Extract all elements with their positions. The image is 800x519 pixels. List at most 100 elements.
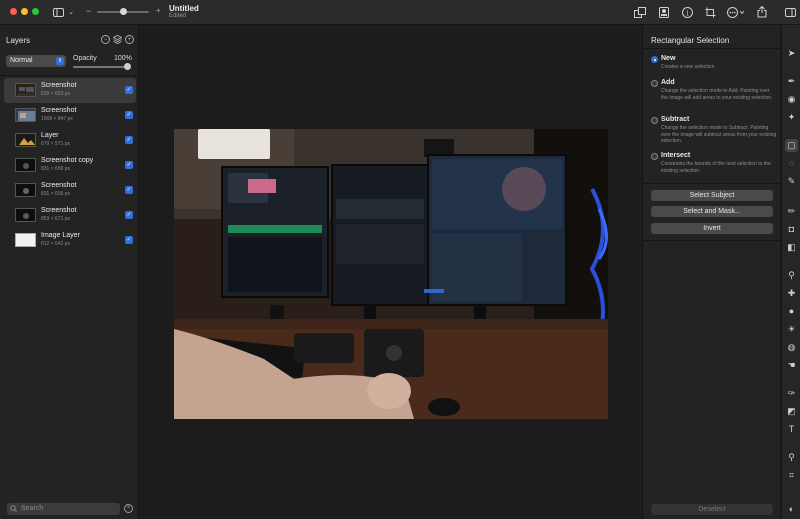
info-icon[interactable]: i (680, 5, 694, 19)
smudge-icon[interactable]: ◍ (785, 341, 798, 354)
invert-button[interactable]: Invert (651, 223, 773, 234)
radio-add[interactable] (651, 80, 658, 87)
blur-icon[interactable]: ● (785, 305, 798, 318)
radio-new[interactable] (651, 56, 658, 63)
canvas-area[interactable] (140, 25, 641, 519)
radio-intersect[interactable] (651, 153, 658, 160)
pen-icon[interactable]: ✒ (785, 75, 798, 88)
opacity-value: 100% (114, 55, 132, 62)
selection-panel: Rectangular Selection New Creates a new … (642, 25, 781, 519)
tools-strip: ➤ ✒ ◉ ✦ ▢ ◌ ✎ ✏ ◘ ◧ ⚲ ✚ ● ☀ ◍ ☚ ✑ ◩ T ⚲ … (781, 25, 800, 519)
rect-select-icon[interactable]: ▢ (785, 139, 798, 152)
layer-row[interactable]: Image Layer 812 × 642 px ✓ (4, 228, 136, 253)
opacity-slider[interactable] (73, 66, 129, 68)
canvas-image[interactable] (174, 129, 608, 419)
layer-row[interactable]: Screenshot 831 × 656 px ✓ (4, 178, 136, 203)
dodge-icon[interactable]: ☀ (785, 323, 798, 336)
layer-size: 812 × 642 px (41, 241, 71, 247)
visibility-checkbox[interactable]: ✓ (125, 161, 133, 169)
layer-size: 853 × 671 px (41, 216, 71, 222)
divider (643, 240, 781, 241)
select-and-mask-button[interactable]: Select and Mask... (651, 206, 773, 217)
search-icon (10, 505, 17, 514)
layer-name: Layer (41, 132, 59, 139)
zoom-in-icon[interactable]: + (156, 6, 161, 15)
close-window-button[interactable] (10, 8, 17, 15)
option-description: Constrains the bounds of the next select… (661, 161, 771, 174)
zoom-out-icon[interactable]: − (86, 6, 91, 16)
quick-select-icon[interactable]: ✎ (785, 175, 798, 188)
arrow-select-icon[interactable]: ➤ (785, 47, 798, 60)
share-icon[interactable] (755, 5, 769, 19)
visibility-checkbox[interactable]: ✓ (125, 111, 133, 119)
document-title: Untitled (169, 4, 199, 13)
blend-mode-select[interactable]: Normal ⇕ (6, 55, 66, 67)
clone-icon[interactable]: ⚲ (785, 269, 798, 282)
shapes-icon[interactable]: ◩ (785, 405, 798, 418)
zoom-window-button[interactable] (32, 8, 39, 15)
layer-size: 839 × 663 px (41, 91, 71, 97)
heal-icon[interactable]: ✚ (785, 287, 798, 300)
layer-row[interactable]: Screenshot 1068 × 847 px ✓ (4, 103, 136, 128)
minimize-window-button[interactable] (21, 8, 28, 15)
hand-smudge-icon[interactable]: ☚ (785, 359, 798, 372)
layer-size: 831 × 656 px (41, 166, 71, 172)
layer-thumbnail (15, 208, 36, 222)
chevron-updown-icon: ⇕ (56, 57, 64, 65)
bucket-icon[interactable]: ◘ (785, 223, 798, 236)
more-icon[interactable] (726, 5, 746, 19)
opacity-slider-knob[interactable] (124, 63, 131, 70)
layer-name: Screenshot (41, 207, 77, 214)
chevron-down-icon[interactable]: ⌄ (67, 5, 75, 19)
color-icon[interactable]: ◐ (785, 503, 798, 516)
option-title: New (661, 55, 676, 62)
type-icon[interactable]: T (785, 423, 798, 436)
layer-row[interactable]: Screenshot 853 × 671 px ✓ (4, 203, 136, 228)
selection-panel-title: Rectangular Selection (651, 36, 730, 45)
layer-thumbnail (15, 108, 36, 122)
blend-mode-value: Normal (10, 57, 33, 64)
radio-subtract[interactable] (651, 117, 658, 124)
layer-thumbnail (15, 233, 36, 247)
remove-layer-icon[interactable]: − (101, 35, 110, 44)
eraser-icon[interactable]: ◧ (785, 241, 798, 254)
option-title: Intersect (661, 152, 691, 159)
visibility-checkbox[interactable]: ✓ (125, 136, 133, 144)
layer-thumbnail (15, 183, 36, 197)
layers-panel-title: Layers (6, 36, 31, 45)
layer-name: Screenshot copy (41, 157, 94, 164)
select-subject-button[interactable]: Select Subject (651, 190, 773, 201)
title-bar: ⌄ − + Untitled Edited i (0, 0, 800, 25)
brush-icon[interactable]: ✏ (785, 205, 798, 218)
add-layer-icon[interactable]: + (125, 35, 134, 44)
visibility-checkbox[interactable]: ✓ (125, 211, 133, 219)
portrait-icon[interactable] (657, 5, 671, 19)
layer-size: 1068 × 847 px (41, 116, 73, 122)
visibility-checkbox[interactable]: ✓ (125, 236, 133, 244)
deselect-button[interactable]: Deselect (651, 504, 773, 515)
layer-row[interactable]: Screenshot 839 × 663 px ✓ (4, 78, 136, 103)
zoom-slider-knob[interactable] (120, 8, 127, 15)
crop-tool-icon[interactable]: ⌗ (785, 469, 798, 482)
visibility-checkbox[interactable]: ✓ (125, 86, 133, 94)
clear-search-icon[interactable]: × (124, 504, 133, 513)
panel-toggle-icon[interactable] (783, 5, 797, 19)
layer-search-input[interactable]: Search (7, 503, 120, 515)
zoom-icon[interactable]: ⚲ (785, 451, 798, 464)
layers-stack-icon[interactable] (113, 35, 122, 44)
vector-pen-icon[interactable]: ✑ (785, 387, 798, 400)
visibility-checkbox[interactable]: ✓ (125, 186, 133, 194)
magic-icon[interactable]: ✦ (785, 111, 798, 124)
lasso-icon[interactable]: ◌ (785, 157, 798, 170)
layer-name: Screenshot (41, 107, 77, 114)
layer-name: Image Layer (41, 232, 80, 239)
sidebar-icon[interactable] (52, 5, 64, 19)
layer-row[interactable]: Layer 679 × 571 px ✓ (4, 128, 136, 153)
arrange-icon[interactable] (633, 5, 647, 19)
crop-icon[interactable] (703, 5, 717, 19)
document-status: Edited (169, 13, 187, 19)
retouch-icon[interactable]: ◉ (785, 93, 798, 106)
layer-size: 679 × 571 px (41, 141, 71, 147)
layers-panel: Layers − + Normal ⇕ Opacity 100% Screens… (0, 25, 139, 519)
layer-row[interactable]: Screenshot copy 831 × 656 px ✓ (4, 153, 136, 178)
